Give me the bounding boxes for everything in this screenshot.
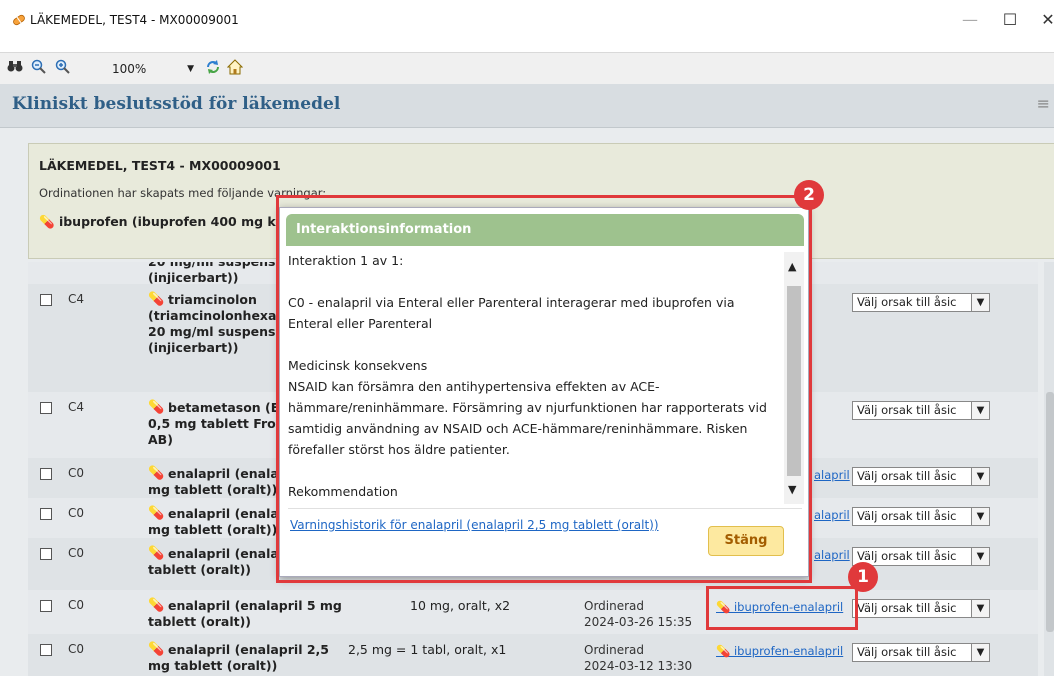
reason-select-value: Välj orsak till åsic [857, 645, 957, 659]
row-checkbox[interactable] [40, 508, 52, 520]
reason-select[interactable]: Välj orsak till åsic ▼ [852, 293, 990, 312]
callout-box-1 [706, 586, 858, 630]
drug-label: betametason (E 0,5 mg tablett Fros AB) [148, 400, 284, 447]
atc-code: C0 [68, 598, 85, 612]
status-label: Ordinerad [584, 599, 645, 613]
reason-select-value: Välj orsak till åsic [857, 601, 957, 615]
interaction-link[interactable]: alapril [814, 548, 850, 562]
table-row: C0 💊 enalapril (enalapril 5 mg tablett (or… [28, 590, 1038, 634]
reason-select[interactable]: Välj orsak till åsic ▼ [852, 507, 990, 526]
minimize-button[interactable]: — [958, 8, 982, 32]
chevron-down-icon[interactable]: ▼ [971, 468, 989, 485]
reason-select-value: Välj orsak till åsic [857, 403, 957, 417]
window-title: LÄKEMEDEL, TEST4 - MX00009001 [30, 13, 239, 27]
reason-select-value: Välj orsak till åsic [857, 295, 957, 309]
row-checkbox[interactable] [40, 468, 52, 480]
drug-label: enalapril (enala mg tablett (oralt)) [148, 506, 279, 537]
summary-drug-label: ibuprofen (ibuprofen 400 mg ka [58, 214, 285, 229]
reason-select-value: Välj orsak till åsic [857, 509, 957, 523]
page-title: Kliniskt beslutsstöd för läkemedel [12, 94, 341, 114]
table-row: C0 💊 enalapril (enalapril 2,5 mg tablett (… [28, 634, 1038, 676]
patient-name: LÄKEMEDEL, TEST4 - MX00009001 [39, 158, 281, 173]
chevron-down-icon[interactable]: ▼ [971, 294, 989, 311]
interaction-link[interactable]: alapril [814, 508, 850, 522]
row-checkbox[interactable] [40, 600, 52, 612]
interaction-link[interactable]: alapril [814, 468, 850, 482]
maximize-button[interactable]: ☐ [998, 8, 1022, 32]
drug-label: enalapril (enala mg tablett (oralt)) [148, 466, 279, 497]
zoom-select[interactable]: 100% ▼ [112, 59, 196, 79]
drug-label: enalapril (enala tablett (oralt)) [148, 546, 279, 577]
chevron-down-icon[interactable]: ▼ [971, 402, 989, 419]
row-checkbox[interactable] [40, 644, 52, 656]
callout-badge-1: 1 [848, 562, 878, 592]
dose-text: 10 mg, oralt, x2 [410, 598, 511, 613]
atc-code: C0 [68, 506, 85, 520]
chevron-down-icon: ▼ [187, 64, 194, 74]
atc-code: C0 [68, 546, 85, 560]
atc-code: C0 [68, 466, 85, 480]
atc-code: C0 [68, 642, 85, 656]
order-date: 2024-03-12 13:30 [584, 659, 693, 673]
menu-icon[interactable]: ≡ [1037, 94, 1050, 113]
callout-box-2 [276, 195, 812, 583]
toolbar: 100% ▼ [0, 52, 1054, 84]
drug-label: enalapril (enalapril 2,5 mg tablett (ora… [148, 642, 329, 673]
reason-select[interactable]: Välj orsak till åsic ▼ [852, 547, 990, 566]
reason-select[interactable]: Välj orsak till åsic ▼ [852, 599, 990, 618]
status-label: Ordinerad [584, 643, 645, 657]
chevron-down-icon[interactable]: ▼ [971, 508, 989, 525]
zoom-value: 100% [112, 62, 147, 76]
zoom-out-icon[interactable] [30, 59, 48, 77]
atc-code: C4 [68, 400, 85, 414]
interaction-link-label: alapril [814, 548, 850, 562]
reason-select[interactable]: Välj orsak till åsic ▼ [852, 401, 990, 420]
row-checkbox[interactable] [40, 548, 52, 560]
interaction-link[interactable]: 💊 ibuprofen-enalapril [716, 644, 843, 658]
summary-drug: 💊 ibuprofen (ibuprofen 400 mg ka [39, 214, 284, 230]
order-status: Ordinerad 2024-03-26 15:35 [584, 598, 692, 630]
pill-app-icon [13, 14, 25, 26]
drug-label: enalapril (enalapril 5 mg tablett (oralt… [148, 598, 342, 629]
window-titlebar: LÄKEMEDEL, TEST4 - MX00009001 — ☐ ✕ [0, 0, 1054, 40]
chevron-down-icon[interactable]: ▼ [971, 600, 989, 617]
drug-label: triamcinolon (triamcinolonhexac 20 mg/ml… [148, 292, 284, 355]
interaction-link-label: alapril [814, 468, 850, 482]
dose-text: 2,5 mg = 1 tabl, oralt, x1 [348, 642, 507, 657]
chevron-down-icon[interactable]: ▼ [971, 644, 989, 661]
interaction-link-label: alapril [814, 508, 850, 522]
order-status: Ordinerad 2024-03-12 13:30 [584, 642, 692, 674]
page-header: Kliniskt beslutsstöd för läkemedel ≡ [0, 84, 1054, 128]
close-window-button[interactable]: ✕ [1036, 8, 1054, 32]
atc-code: C4 [68, 292, 85, 306]
scrollbar-thumb[interactable] [1046, 392, 1054, 632]
interaction-link-label: ibuprofen-enalapril [733, 644, 844, 658]
drug-name: enalapril (enalapril 5 mg tablett (oralt… [148, 598, 548, 630]
callout-badge-2: 2 [794, 180, 824, 210]
page-scrollbar[interactable] [1044, 262, 1054, 676]
reason-select[interactable]: Välj orsak till åsic ▼ [852, 467, 990, 486]
row-checkbox[interactable] [40, 402, 52, 414]
reason-select-value: Välj orsak till åsic [857, 469, 957, 483]
reason-select-value: Välj orsak till åsic [857, 549, 957, 563]
zoom-in-icon[interactable] [54, 59, 72, 77]
home-icon[interactable] [226, 59, 244, 77]
binoculars-icon[interactable] [6, 59, 24, 77]
reason-select[interactable]: Välj orsak till åsic ▼ [852, 643, 990, 662]
chevron-down-icon[interactable]: ▼ [971, 548, 989, 565]
drug-name: enalapril (enalapril 2,5 mg tablett (ora… [148, 642, 548, 674]
drug-label: 20 mg/ml suspens (injicerbart)) [148, 262, 276, 285]
order-date: 2024-03-26 15:35 [584, 615, 693, 629]
row-checkbox[interactable] [40, 294, 52, 306]
pill-icon: 💊 [39, 214, 55, 229]
refresh-icon[interactable] [204, 59, 222, 77]
interaction-pill-icon: 💊 [716, 644, 734, 658]
